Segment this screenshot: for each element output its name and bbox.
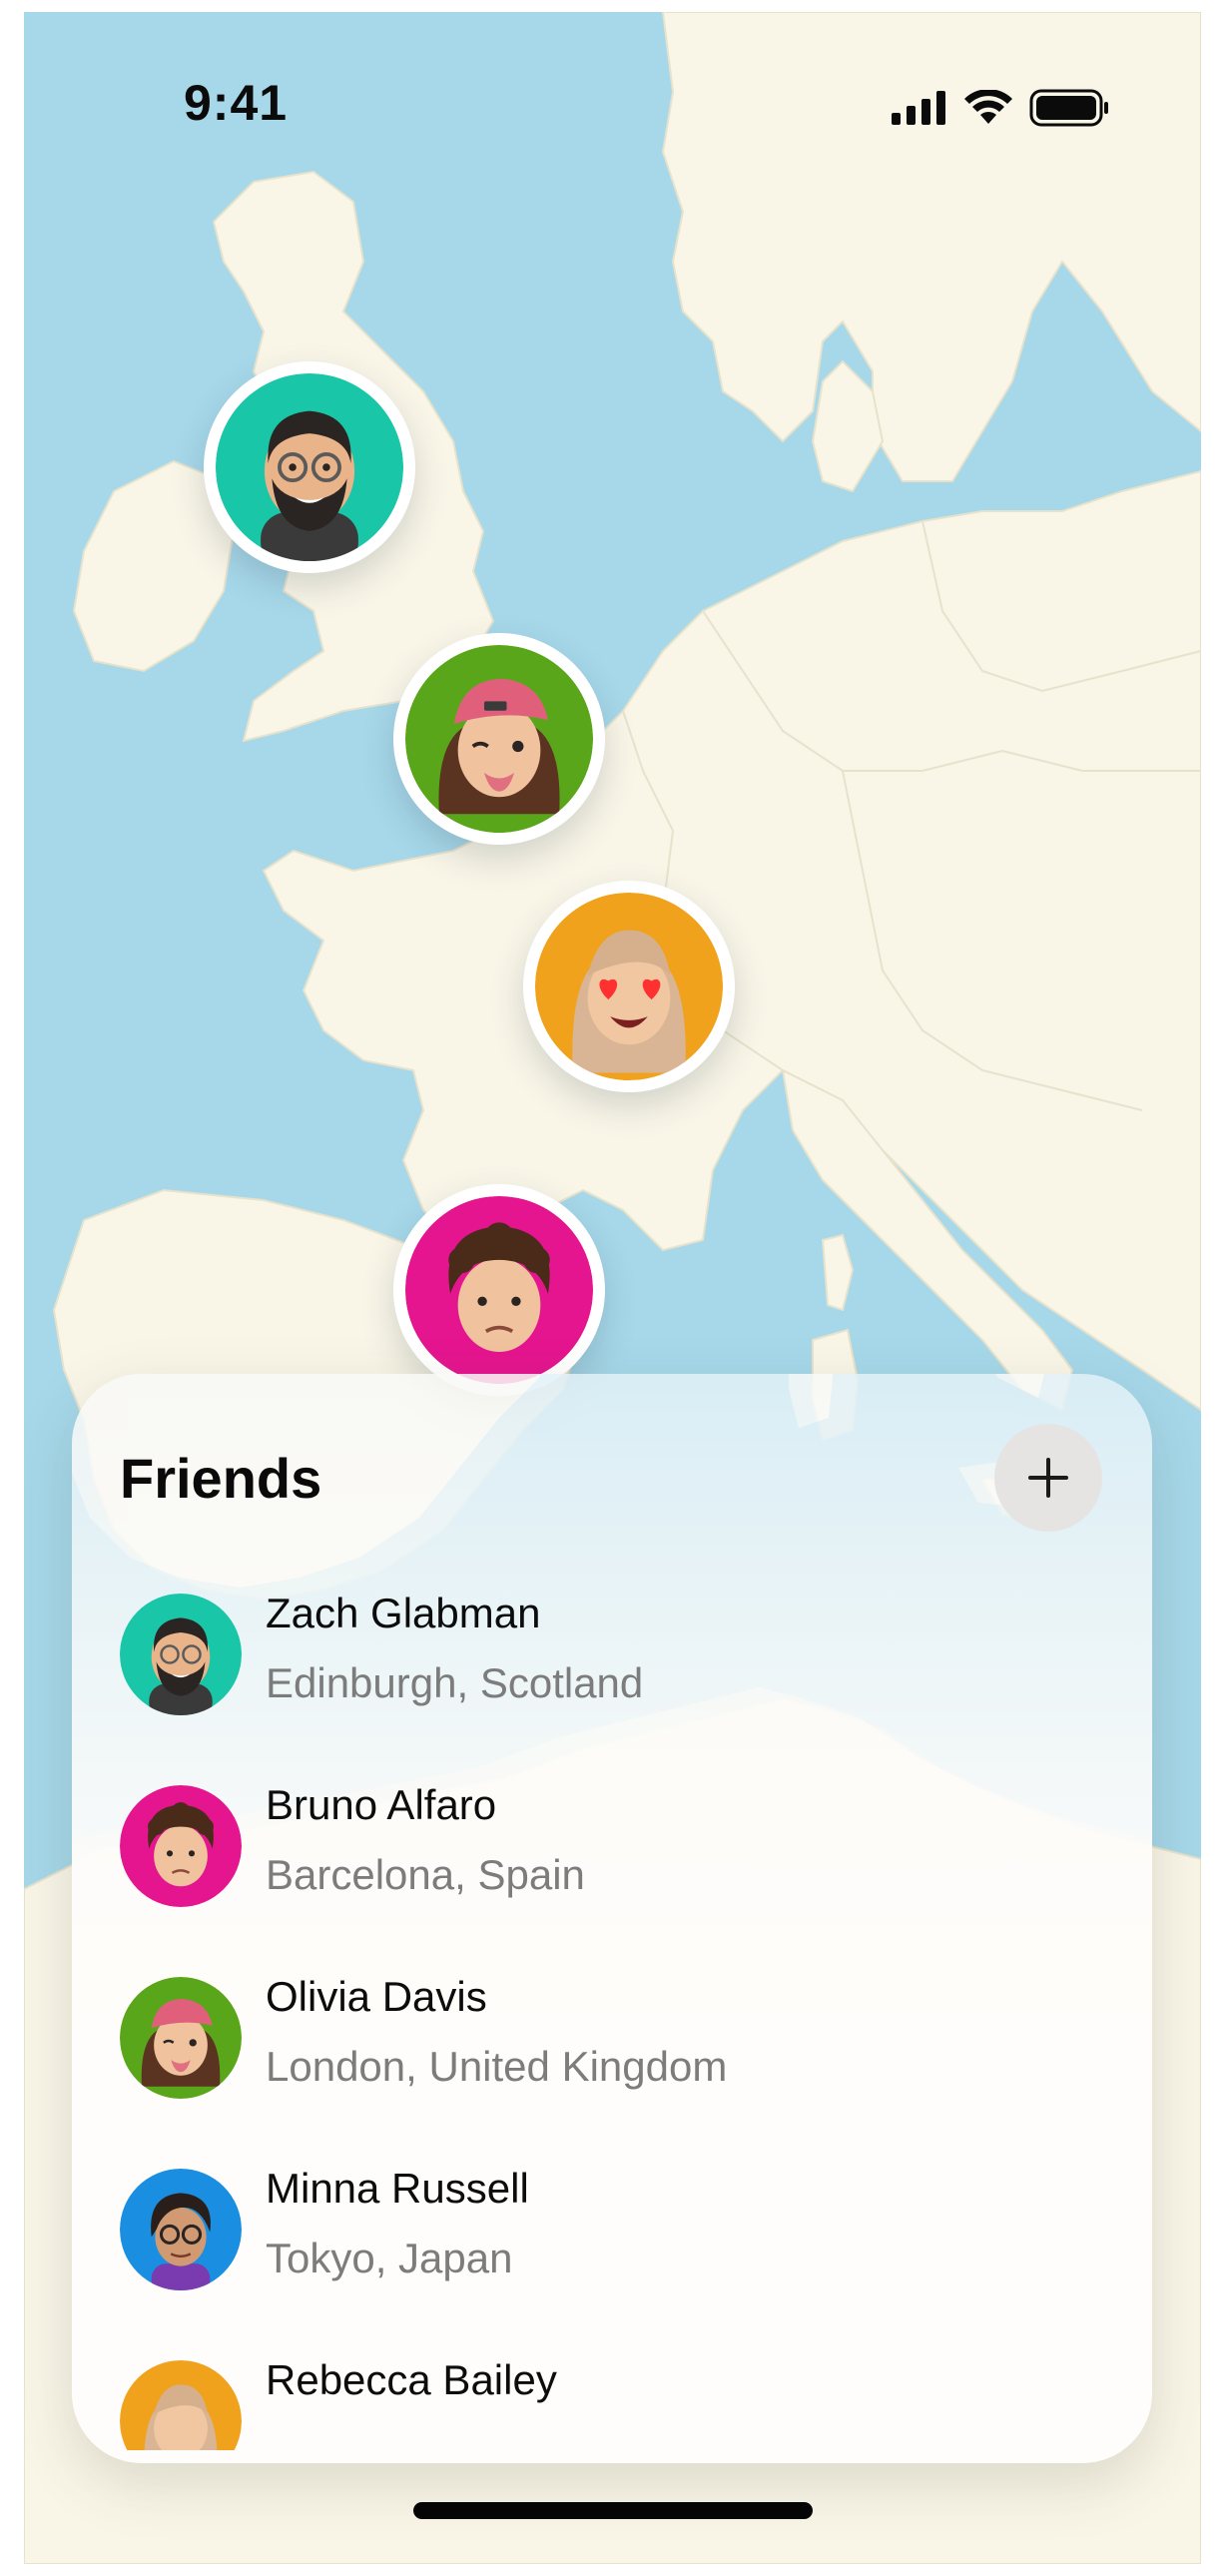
- status-bar: 9:41: [24, 12, 1201, 162]
- phone-screen: 9:41 Friends Zach Glabman Edinburgh, Sco…: [24, 12, 1201, 2564]
- status-time: 9:41: [184, 75, 289, 131]
- map-pin-bruno-alfaro[interactable]: [393, 1184, 605, 1396]
- memoji-avatar-icon: [535, 893, 723, 1080]
- status-icons: [892, 86, 1109, 130]
- friend-name: Bruno Alfaro: [266, 1781, 497, 1828]
- memoji-avatar-icon: [405, 1196, 593, 1384]
- friend-row-zach-glabman[interactable]: Zach Glabman Edinburgh, Scotland: [72, 1594, 1152, 1785]
- friend-location: Edinburgh, Scotland: [266, 1659, 644, 1706]
- map-pin-zach-glabman[interactable]: [204, 361, 415, 573]
- sheet-title: Friends: [120, 1447, 322, 1510]
- memoji-avatar-icon: [120, 1594, 242, 1715]
- memoji-avatar-icon: [120, 1977, 242, 2099]
- friend-name: Olivia Davis: [266, 1973, 487, 2020]
- map-pin-rebecca-bailey[interactable]: [523, 881, 735, 1092]
- cellular-signal-icon: [892, 91, 945, 125]
- friend-row-minna-russell[interactable]: Minna Russell Tokyo, Japan: [72, 2165, 1152, 2360]
- friend-list[interactable]: Zach Glabman Edinburgh, Scotland Bruno A…: [72, 1594, 1152, 2450]
- memoji-avatar-icon: [405, 645, 593, 833]
- home-indicator[interactable]: [413, 2502, 813, 2519]
- friend-row-bruno-alfaro[interactable]: Bruno Alfaro Barcelona, Spain: [72, 1781, 1152, 1977]
- memoji-avatar-icon: [216, 373, 403, 561]
- friend-location: Barcelona, Spain: [266, 1851, 585, 1898]
- friend-location: Tokyo, Japan: [266, 2235, 513, 2281]
- battery-icon: [1029, 89, 1108, 127]
- sheet-content: Friends Zach Glabman Edinburgh, Scotland…: [72, 1374, 1152, 2463]
- memoji-avatar-icon: [120, 2360, 242, 2450]
- map-pin-olivia-davis[interactable]: [393, 633, 605, 845]
- friend-row-rebecca-bailey[interactable]: Rebecca Bailey: [72, 2356, 1152, 2450]
- friends-sheet: Friends Zach Glabman Edinburgh, Scotland…: [72, 1374, 1152, 2463]
- friend-name: Rebecca Bailey: [266, 2356, 557, 2403]
- friend-location: London, United Kingdom: [266, 2043, 728, 2090]
- wifi-icon: [964, 90, 1012, 124]
- friend-name: Minna Russell: [266, 2165, 529, 2212]
- memoji-avatar-icon: [120, 2169, 242, 2290]
- memoji-avatar-icon: [120, 1785, 242, 1907]
- friend-row-olivia-davis[interactable]: Olivia Davis London, United Kingdom: [72, 1973, 1152, 2169]
- plus-icon: [1028, 1458, 1068, 1498]
- friend-name: Zach Glabman: [266, 1594, 541, 1636]
- add-friend-button[interactable]: [994, 1424, 1102, 1532]
